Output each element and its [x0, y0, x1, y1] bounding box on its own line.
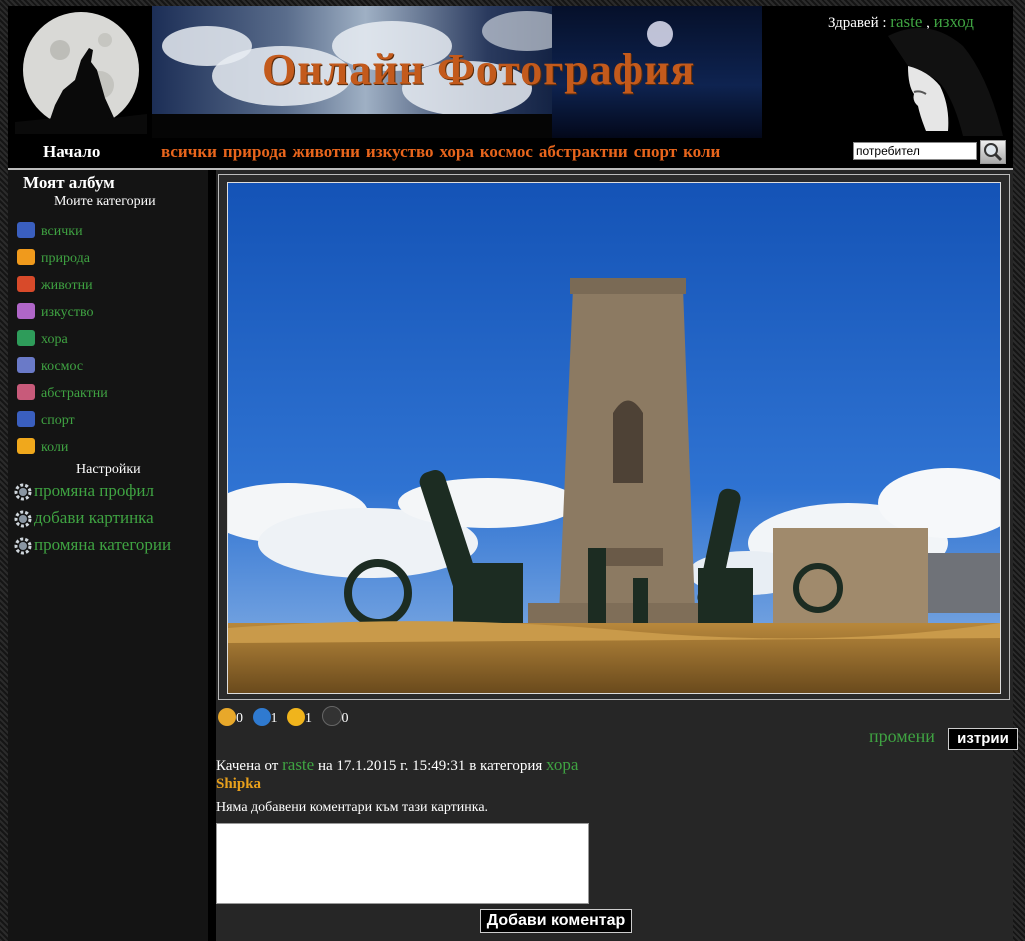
no-comments-message: Няма добавени коментари към тази картинк…: [216, 800, 489, 815]
settings-title: Настройки: [76, 462, 141, 477]
sidebar-cat-nature[interactable]: природа: [17, 249, 90, 271]
space-category-icon: [17, 357, 35, 373]
sidebar-cat-label: природа: [41, 251, 90, 266]
gear-icon: [14, 510, 32, 528]
dark-stars-stat[interactable]: 0: [321, 706, 349, 727]
category-label: в категория: [469, 758, 543, 774]
gear-icon: [14, 537, 32, 555]
star-category-icon: [17, 222, 35, 238]
sidebar-cat-space[interactable]: космос: [17, 357, 83, 379]
comment-textarea[interactable]: [216, 823, 589, 904]
settings-edit-profile[interactable]: промяна профил: [14, 481, 154, 501]
nav-all[interactable]: всички: [161, 142, 217, 161]
nav-cars[interactable]: коли: [683, 142, 720, 161]
likes-stat[interactable]: 0: [218, 708, 243, 727]
photo-category-link[interactable]: хора: [546, 755, 578, 774]
sidebar-cat-label: спорт: [41, 413, 75, 428]
nav-sport[interactable]: спорт: [634, 142, 677, 161]
likes-count: 0: [236, 711, 243, 726]
stars-count: 1: [305, 711, 312, 726]
stars-stat[interactable]: 1: [287, 708, 312, 727]
upload-info: Качена от raste на 17.1.2015 г. 15:49:31…: [216, 755, 578, 775]
search-icon: [984, 143, 1003, 162]
category-nav: всички природа животни изкуство хора космос аб…: [161, 142, 726, 162]
abstract-category-icon: [17, 384, 35, 400]
header: Онлайн Фотография Здравей : raste , изхо…: [8, 6, 1013, 138]
navbar: Начало всички природа животни изкуство хора к…: [8, 138, 1013, 170]
nav-abstract[interactable]: абстрактни: [539, 142, 628, 161]
sidebar-cat-label: абстрактни: [41, 386, 108, 401]
globe-icon: [252, 708, 271, 726]
like-icon: [218, 708, 236, 726]
photo-image[interactable]: [227, 182, 1001, 694]
sidebar-cat-label: космос: [41, 359, 84, 374]
art-category-icon: [17, 303, 35, 319]
edit-photo-link[interactable]: промени: [869, 726, 935, 747]
site-title: Онлайн Фотография: [262, 45, 696, 94]
dark-stars-count: 0: [341, 711, 349, 726]
nav-animals[interactable]: животни: [293, 142, 360, 161]
nav-people[interactable]: хора: [440, 142, 474, 161]
search-button[interactable]: [980, 140, 1006, 164]
hooded-face-image: [888, 28, 1003, 136]
nav-nature[interactable]: природа: [223, 142, 287, 161]
people-category-icon: [17, 330, 35, 346]
uploaded-by-label: Качена от: [216, 758, 279, 774]
header-banner: Онлайн Фотография: [152, 6, 762, 138]
sidebar-cat-animals[interactable]: животни: [17, 276, 93, 298]
dark-star-icon: [321, 706, 342, 726]
main-content: 0 1 1 0 промени изтрии Качена от raste н…: [216, 170, 1018, 941]
sidebar-cat-people[interactable]: хора: [17, 330, 68, 352]
nav-home-link[interactable]: Начало: [43, 142, 100, 162]
globe-count: 1: [270, 711, 278, 726]
sidebar-cat-art[interactable]: изкуство: [17, 303, 93, 325]
nav-art[interactable]: изкуство: [366, 142, 434, 161]
album-title: Моят албум: [23, 173, 115, 192]
sidebar-cat-label: хора: [41, 332, 68, 347]
globe-stat[interactable]: 1: [252, 708, 278, 727]
photo-frame: [218, 174, 1010, 700]
settings-edit-categories[interactable]: промяна категории: [14, 535, 171, 555]
sidebar-cat-sport[interactable]: спорт: [17, 411, 75, 433]
sidebar: Моят албум Моите категории всички природ…: [8, 170, 208, 941]
sidebar-cat-abstract[interactable]: абстрактни: [17, 384, 108, 406]
sidebar-cat-cars[interactable]: коли: [17, 438, 68, 460]
user-search-input[interactable]: потребител: [853, 142, 977, 160]
nav-space[interactable]: космос: [480, 142, 533, 161]
photo-stats: 0 1 1 0: [218, 706, 355, 727]
photo-name: Shipka: [216, 776, 262, 792]
settings-label: добави картинка: [34, 508, 154, 527]
uploader-link[interactable]: raste: [282, 755, 314, 774]
sidebar-cat-label: коли: [41, 440, 69, 455]
sidebar-cat-all[interactable]: всички: [17, 222, 83, 244]
sidebar-cat-label: животни: [41, 278, 93, 293]
car-category-icon: [17, 438, 35, 454]
categories-title: Моите категории: [54, 194, 156, 209]
settings-add-picture[interactable]: добави картинка: [14, 508, 154, 528]
banner-ground: [152, 114, 552, 138]
delete-photo-button[interactable]: изтрии: [948, 728, 1018, 750]
sidebar-cat-label: изкуство: [41, 305, 94, 320]
sidebar-cat-label: всички: [41, 224, 83, 239]
gear-icon: [14, 483, 32, 501]
moon-wolf-logo: [15, 12, 147, 134]
add-comment-button[interactable]: Добави коментар: [480, 909, 632, 933]
animal-category-icon: [17, 276, 35, 292]
flower-category-icon: [17, 249, 35, 265]
page: Онлайн Фотография Здравей : raste , изхо…: [8, 6, 1018, 941]
star-icon: [287, 708, 305, 726]
settings-label: промяна профил: [34, 481, 154, 500]
settings-label: промяна категории: [34, 535, 172, 554]
upload-date: на 17.1.2015 г. 15:49:31: [317, 758, 466, 774]
sport-category-icon: [17, 411, 35, 427]
